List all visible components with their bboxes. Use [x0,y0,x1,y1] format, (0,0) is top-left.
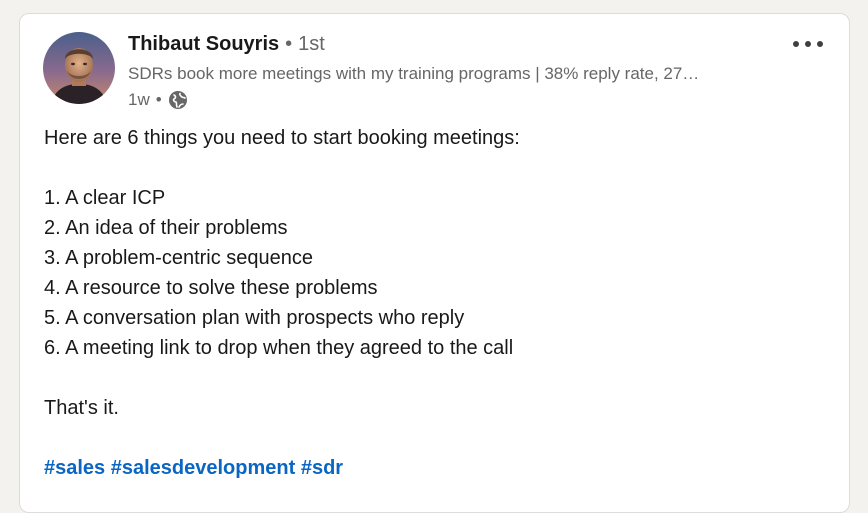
hashtag-row: #sales #salesdevelopment #sdr [44,453,824,483]
post-intro: Here are 6 things you need to start book… [44,127,520,149]
meta-separator: • [155,90,162,109]
avatar[interactable] [43,32,115,104]
more-options-button[interactable] [788,30,828,58]
list-item: 2. An idea of their problems [44,217,288,239]
author-name-row: Thibaut Souyris • 1st [128,33,768,61]
post-card: Thibaut Souyris • 1st SDRs book more mee… [19,13,850,513]
list-item: 1. A clear ICP [44,187,166,209]
name-separator: • [285,33,293,55]
post-body: Here are 6 things you need to start book… [44,123,824,483]
post-header: Thibaut Souyris • 1st SDRs book more mee… [128,33,768,113]
list-item: 4. A resource to solve these problems [44,277,378,299]
post-meta: 1w • [128,87,768,113]
author-headline: SDRs book more meetings with my training… [128,64,700,83]
hashtag-link[interactable]: #salesdevelopment [111,457,296,479]
list-item: 3. A problem-centric sequence [44,247,314,269]
hashtag-link[interactable]: #sdr [301,457,343,479]
profile-photo [43,32,115,104]
post-closing: That's it. [44,397,119,419]
author-name[interactable]: Thibaut Souyris [128,33,279,56]
globe-icon [168,90,188,110]
more-horizontal-icon [793,41,823,47]
list-item: 5. A conversation plan with prospects wh… [44,307,465,329]
list-item: 6. A meeting link to drop when they agre… [44,337,514,359]
hashtag-link[interactable]: #sales [44,457,105,479]
post-time[interactable]: 1w [128,90,150,110]
connection-degree: 1st [298,33,325,55]
